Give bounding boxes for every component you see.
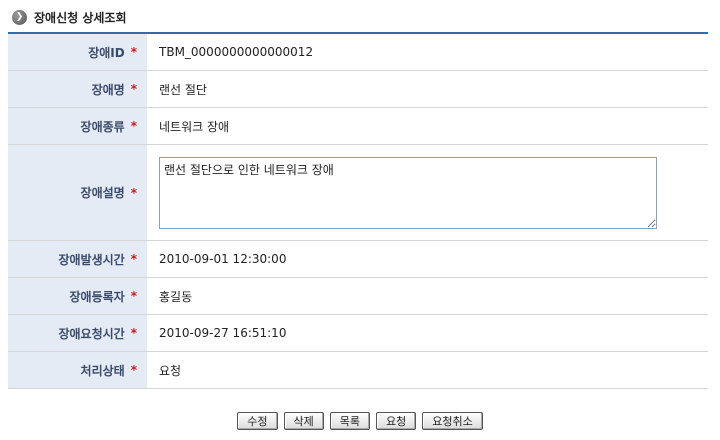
label-cell: 장애발생시간 * (8, 241, 147, 277)
field-label: 장애요청시간 (58, 326, 125, 341)
required-mark: * (130, 252, 137, 266)
row-request-time: 장애요청시간 * 2010-09-27 16:51:10 (8, 315, 708, 352)
required-mark: * (130, 119, 137, 133)
required-mark: * (130, 326, 137, 340)
list-button[interactable]: 목록 (329, 412, 370, 430)
circle-chevron-right-icon: ❯ (12, 9, 27, 25)
field-label: 장애종류 (80, 119, 125, 134)
fault-type-value: 네트워크 장애 (159, 119, 230, 134)
action-bar: 수정 삭제 목록 요청 요청취소 (0, 412, 720, 430)
required-mark: * (130, 185, 137, 200)
request-time-value: 2010-09-27 16:51:10 (159, 326, 287, 340)
edit-button[interactable]: 수정 (237, 412, 278, 430)
label-cell: 장애요청시간 * (8, 315, 147, 351)
delete-button[interactable]: 삭제 (283, 412, 324, 430)
fault-description-textarea[interactable]: 랜선 절단으로 인한 네트워크 장애 (159, 156, 657, 229)
row-fault-id: 장애ID * TBM_0000000000000012 (8, 34, 708, 71)
required-mark: * (130, 363, 137, 377)
field-label: 처리상태 (80, 363, 125, 378)
label-cell: 처리상태 * (8, 352, 147, 388)
row-fault-name: 장애명 * 랜선 절단 (8, 71, 708, 108)
page-header: ❯ 장애신청 상세조회 (12, 8, 127, 26)
required-mark: * (130, 45, 137, 59)
field-label: 장애등록자 (69, 289, 125, 304)
field-label: 장애ID (88, 45, 125, 60)
label-cell: 장애ID * (8, 34, 147, 70)
label-cell: 장애등록자 * (8, 278, 147, 314)
label-cell: 장애종류 * (8, 108, 147, 144)
cancel-request-button[interactable]: 요청취소 (422, 412, 483, 430)
row-registrant: 장애등록자 * 홍길동 (8, 278, 708, 315)
label-cell: 장애설명 * (8, 145, 147, 240)
required-mark: * (130, 82, 137, 96)
field-label: 장애명 (91, 82, 125, 97)
fault-name-value: 랜선 절단 (159, 82, 207, 97)
row-fault-description: 장애설명 * 랜선 절단으로 인한 네트워크 장애 (8, 145, 708, 241)
fault-description-cell: 랜선 절단으로 인한 네트워크 장애 (147, 145, 708, 240)
field-label: 장애발생시간 (58, 252, 125, 267)
field-label: 장애설명 (80, 186, 125, 200)
status-value: 요청 (159, 363, 182, 378)
page-title: 장애신청 상세조회 (34, 10, 127, 25)
request-button[interactable]: 요청 (376, 412, 417, 430)
row-status: 처리상태 * 요청 (8, 352, 708, 389)
occurrence-time-value: 2010-09-01 12:30:00 (159, 252, 287, 266)
detail-table: 장애ID * TBM_0000000000000012 장애명 * 랜선 절단 장애… (8, 32, 708, 389)
row-fault-type: 장애종류 * 네트워크 장애 (8, 108, 708, 145)
label-cell: 장애명 * (8, 71, 147, 107)
required-mark: * (130, 289, 137, 303)
fault-id-value: TBM_0000000000000012 (159, 45, 314, 59)
row-occurrence-time: 장애발생시간 * 2010-09-01 12:30:00 (8, 241, 708, 278)
registrant-value: 홍길동 (159, 289, 193, 304)
